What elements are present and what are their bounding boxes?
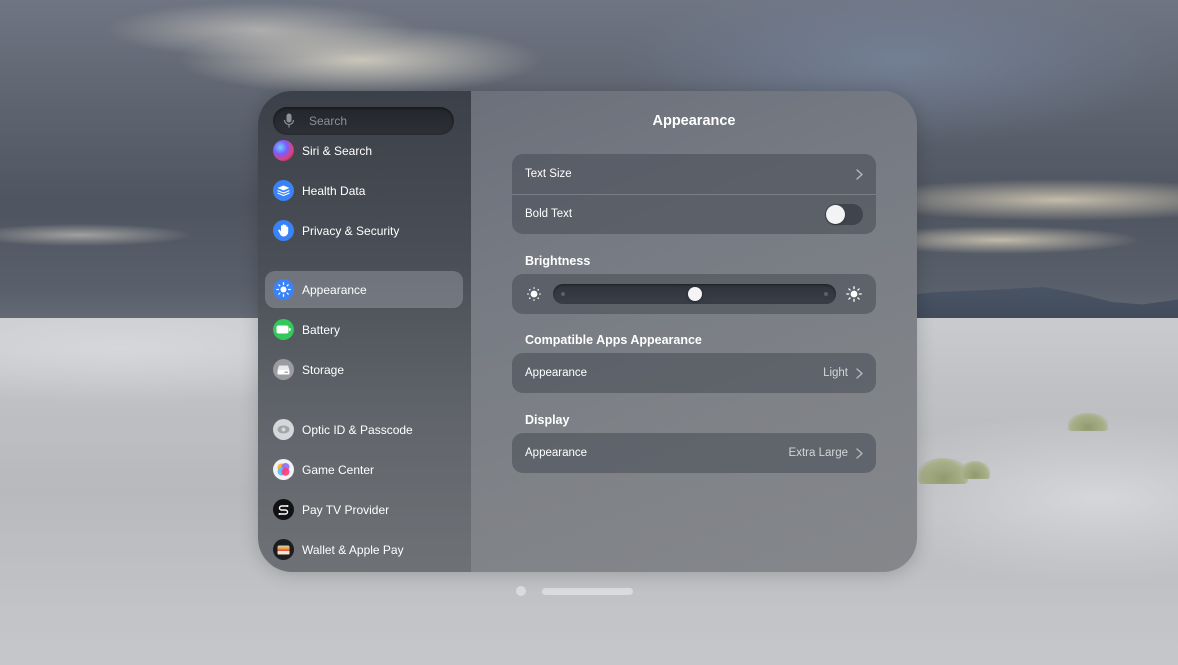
brightness-header: Brightness [525, 254, 591, 268]
sidebar-item-label: Pay TV Provider [302, 502, 390, 517]
slider-max-dot [824, 292, 828, 296]
display-group: Appearance Extra Large [512, 433, 876, 473]
text-settings-group: Text Size Bold Text [512, 154, 876, 234]
sidebar-item-label: Storage [302, 362, 345, 377]
microphone-icon[interactable] [283, 113, 295, 129]
window-move-bar[interactable] [542, 587, 633, 595]
hand-icon [273, 220, 294, 241]
bold-text-toggle[interactable] [825, 203, 863, 225]
wallet-icon [273, 539, 294, 560]
grass-tuft [960, 461, 990, 479]
sidebar-item-siri-search[interactable]: Siri & Search [265, 132, 463, 169]
text-size-label: Text Size [525, 168, 572, 180]
sidebar-item-wallet-apple-pay[interactable]: Wallet & Apple Pay [265, 531, 463, 568]
sidebar-item-appearance[interactable]: Appearance [265, 271, 463, 308]
siri-icon [273, 140, 294, 161]
chevron-right-icon [856, 367, 863, 379]
sidebar-item-game-center[interactable]: Game Center [265, 451, 463, 488]
row-value: Extra Large [788, 447, 848, 459]
toggle-knob [826, 204, 845, 224]
row-value: Light [823, 367, 848, 379]
health-data-icon [273, 180, 294, 201]
chevron-right-icon [856, 168, 863, 180]
text-size-row[interactable]: Text Size [512, 154, 876, 194]
sidebar-item-privacy-security[interactable]: Privacy & Security [265, 212, 463, 249]
display-appearance-row[interactable]: Appearance Extra Large [512, 433, 876, 473]
sidebar-item-storage[interactable]: Storage [265, 351, 463, 388]
sidebar-item-pay-tv-provider[interactable]: Pay TV Provider [265, 491, 463, 528]
sun-icon [273, 279, 294, 300]
sidebar: Siri & Search Health Data Privacy & Secu… [258, 91, 471, 572]
close-window-dot[interactable] [516, 586, 526, 596]
battery-icon [273, 319, 294, 340]
sidebar-item-label: Wallet & Apple Pay [302, 542, 404, 557]
tv-provider-icon [273, 499, 294, 520]
sidebar-item-label: Privacy & Security [302, 223, 400, 238]
sidebar-item-label: Siri & Search [302, 143, 373, 158]
sun-small-icon [527, 287, 541, 301]
sidebar-item-label: Battery [302, 322, 341, 337]
grass-tuft [1068, 413, 1108, 431]
chevron-right-icon [856, 447, 863, 459]
settings-window: Siri & Search Health Data Privacy & Secu… [258, 91, 917, 572]
bold-text-row: Bold Text [512, 194, 876, 234]
bold-text-label: Bold Text [525, 208, 573, 220]
page-title: Appearance [652, 113, 736, 129]
sidebar-item-label: Appearance [302, 282, 367, 297]
compatible-apps-appearance-row[interactable]: Appearance Light [512, 353, 876, 393]
storage-icon [273, 359, 294, 380]
brightness-slider[interactable] [553, 284, 836, 304]
slider-min-dot [561, 292, 565, 296]
display-header: Display [525, 413, 570, 427]
brightness-group [512, 274, 876, 314]
search-field[interactable] [273, 107, 454, 135]
row-label: Appearance [525, 447, 588, 459]
window-controls [516, 586, 633, 596]
brightness-slider-thumb[interactable] [687, 287, 702, 301]
row-label: Appearance [525, 367, 588, 379]
sidebar-item-optic-id-passcode[interactable]: Optic ID & Passcode [265, 411, 463, 448]
sun-large-icon [846, 286, 862, 302]
sidebar-item-label: Health Data [302, 183, 366, 198]
sidebar-item-label: Optic ID & Passcode [302, 422, 413, 437]
compatible-apps-group: Appearance Light [512, 353, 876, 393]
brightness-row [512, 274, 876, 314]
search-input[interactable] [309, 114, 439, 128]
game-center-icon [273, 459, 294, 480]
sidebar-item-health-data[interactable]: Health Data [265, 172, 463, 209]
compatible-apps-header: Compatible Apps Appearance [525, 333, 702, 347]
sidebar-item-battery[interactable]: Battery [265, 311, 463, 348]
eye-icon [273, 419, 294, 440]
sidebar-item-label: Game Center [302, 462, 375, 477]
detail-pane: Appearance Text Size Bold Text Brightnes… [471, 91, 917, 572]
